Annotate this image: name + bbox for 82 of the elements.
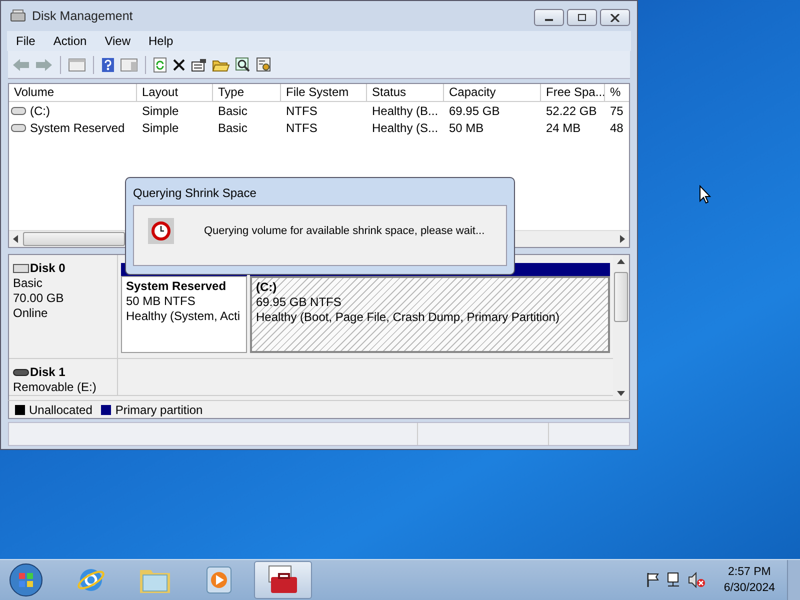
scroll-right-icon[interactable] [619,235,625,244]
legend-label: Primary partition [115,402,203,417]
legend-label: Unallocated [29,402,92,417]
menu-item[interactable]: File [7,34,44,48]
column-header[interactable]: Status [367,84,444,102]
panel-icon[interactable] [120,58,138,72]
scroll-left-icon[interactable] [13,235,19,244]
disk-name: Disk 1 [30,365,66,380]
column-header[interactable]: Layout [137,84,213,102]
toolbox-icon [267,565,299,595]
dialog-title: Querying Shrink Space [133,185,258,202]
table-cell-text: NTFS [285,104,318,118]
partition-size: 69.95 GB NTFS [256,295,342,310]
scroll-down-icon[interactable] [617,390,625,396]
column-header[interactable]: Volume [9,84,137,102]
drive-icon [11,106,26,115]
table-cell-text: Basic [217,120,248,135]
table-cell: System Reserved [30,120,125,135]
taskbar-button[interactable] [254,561,312,599]
close-button[interactable] [600,9,630,26]
menu-item[interactable]: View [96,34,140,48]
scroll-up-icon[interactable] [617,259,625,266]
column-header[interactable]: % [605,84,629,102]
partition-name: System Reserved [126,279,228,294]
partition-size: 50 MB NTFS [126,294,196,310]
clock-time[interactable]: 2:57 PM [728,564,771,580]
refresh-icon[interactable] [153,56,167,73]
menu-item[interactable]: Help [140,34,182,48]
column-header[interactable]: Type [213,84,281,102]
delete-icon[interactable] [172,58,186,72]
partition-block[interactable]: System Reserved 50 MB NTFS Healthy (System, Acti [121,276,247,354]
table-cell-text: Basic [217,104,248,118]
window-title: Disk Management [32,8,133,23]
disk-icon [10,8,26,23]
help-icon[interactable] [101,56,115,73]
removable-drive-icon [13,369,29,376]
table-cell-text: 50 MB [448,120,485,135]
clock-date[interactable]: 6/30/2024 [724,580,775,596]
disk-info: Basic [13,276,44,292]
table-cell: (C:) [30,104,50,118]
search-icon[interactable] [235,56,251,73]
folder-icon[interactable] [212,58,230,72]
muted-speaker-icon[interactable] [688,572,706,588]
flag-icon[interactable] [646,572,660,588]
column-header[interactable]: Free Spa... [541,84,605,102]
disk-info: Removable (E:) [13,380,98,396]
clock-icon [148,218,174,244]
table-cell-text: 52.22 GB [545,104,598,118]
play-button-icon [206,566,232,594]
maximize-button[interactable] [567,9,597,26]
column-header[interactable]: Capacity [444,84,541,102]
partition-block[interactable]: (C:) 69.95 GB NTFS Healthy (Boot, Page File, Crash Dump, Primary Partition) [250,276,610,354]
table-cell-text: Simple [141,120,180,135]
disk-name: Disk 0 [30,261,66,276]
scrollbar-thumb[interactable] [23,232,125,246]
start-button[interactable] [8,562,44,598]
scrollbar-thumb[interactable] [614,272,628,322]
table-cell-text: 75 [609,104,624,118]
partition-status: Healthy (Boot, Page File, Crash Dump, Primary Partition) [256,310,560,326]
dialog-message: Querying volume for available shrink space, please wait... [204,225,485,237]
panel-icon[interactable] [68,58,86,72]
table-cell-text: Healthy (S... [371,120,440,135]
minimize-button[interactable] [534,9,564,26]
maximize-icon [577,14,587,22]
drive-icon [11,124,26,132]
properties-icon[interactable] [191,58,207,72]
column-header[interactable]: File System [281,84,367,102]
partition-status: Healthy (System, Acti [126,309,242,324]
table-cell-text: 69.95 GB [448,104,501,118]
table-cell-text: NTFS [285,120,318,135]
menu-item[interactable]: Action [44,34,96,48]
table-cell-text: 48 [609,120,624,135]
table-cell-text: Simple [141,104,180,118]
close-icon [610,14,620,22]
table-cell-text: 24 MB [545,120,582,135]
disk-info: 70.00 GB [13,291,65,306]
partition-name: (C:) [256,280,278,296]
hard-drive-icon [13,264,29,274]
disk-info: Online [13,306,49,322]
network-icon[interactable] [666,572,682,588]
table-cell-text: Healthy (B... [371,104,440,118]
mouse-pointer-icon [699,185,711,204]
